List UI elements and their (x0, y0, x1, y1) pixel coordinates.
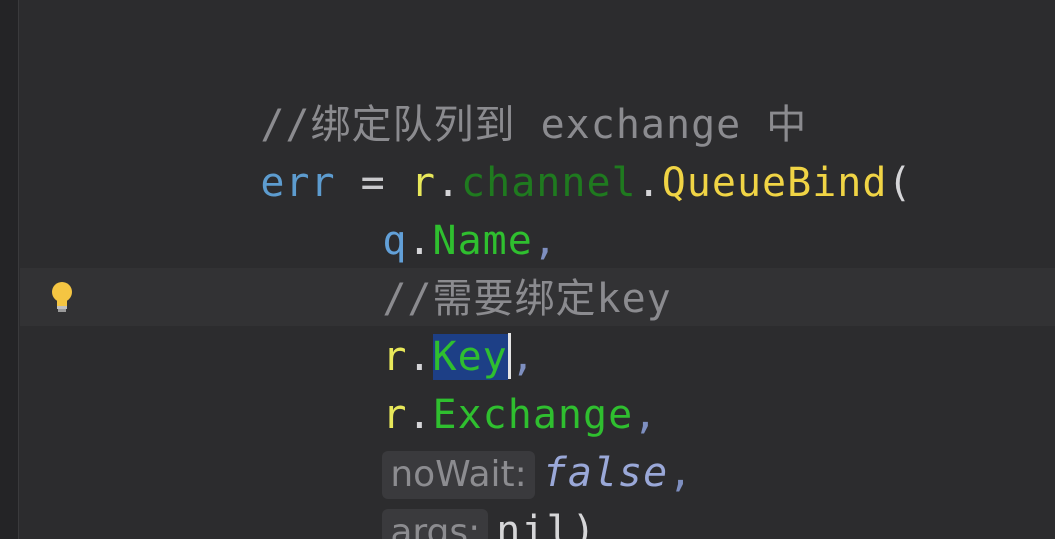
lightbulb-icon[interactable] (50, 280, 74, 314)
close-paren: ) (571, 508, 597, 539)
code-line-5[interactable]: r.Key, (282, 270, 536, 380)
code-line-3[interactable]: q.Name, (282, 154, 558, 264)
method-queuebind: QueueBind (661, 160, 888, 206)
code-line-8[interactable]: args: nil) (282, 444, 597, 539)
code-line-2[interactable]: err = r.channel.QueueBind( (160, 96, 913, 206)
value-nil: nil (496, 508, 572, 539)
code-line-1[interactable]: //绑定队列到 exchange 中 (160, 38, 807, 148)
parameter-hint-args: args: (382, 509, 489, 539)
comma: , (668, 450, 694, 496)
code-line-4[interactable]: //需要绑定key (282, 212, 672, 322)
code-editor[interactable]: //绑定队列到 exchange 中 err = r.channel.Queue… (0, 0, 1055, 539)
code-line-7[interactable]: noWait: false, (282, 386, 693, 499)
code-line-6[interactable]: r.Exchange, (282, 328, 658, 438)
editor-gutter (0, 0, 19, 539)
open-paren: ( (887, 160, 913, 206)
dot: . (636, 160, 662, 206)
